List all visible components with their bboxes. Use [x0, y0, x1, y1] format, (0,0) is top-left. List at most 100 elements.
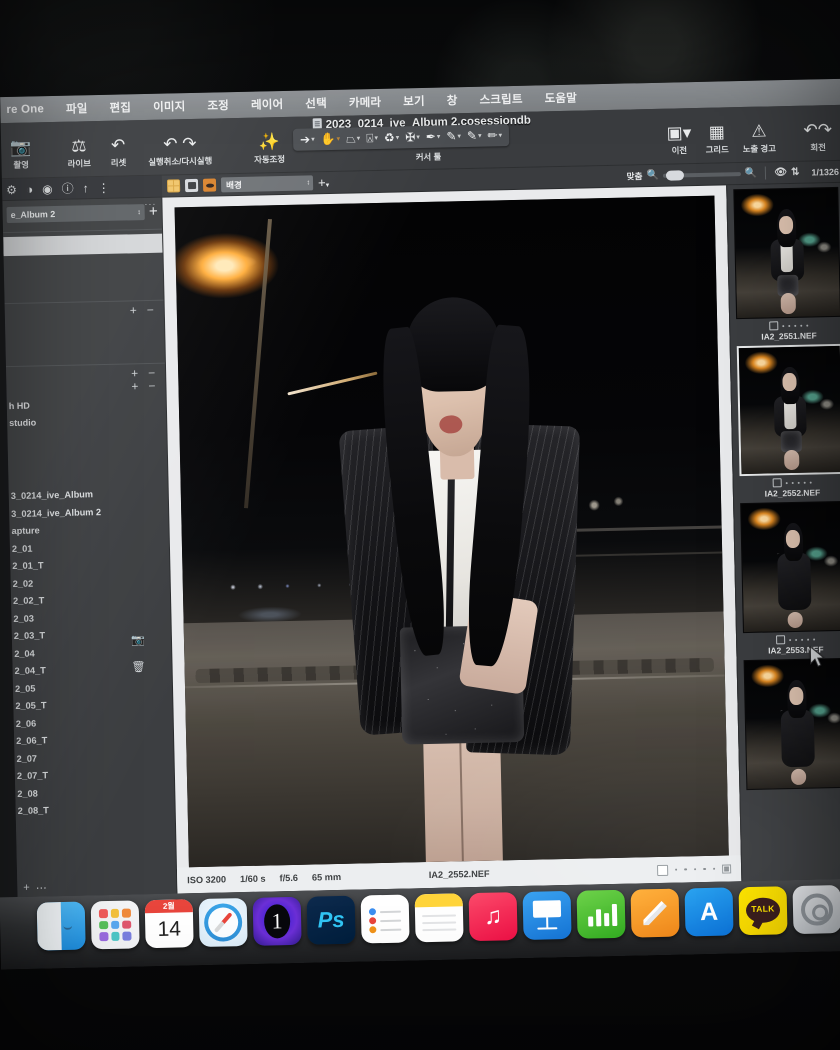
- undo-redo-group[interactable]: ↶ ↷ 실행취소/다시실행: [141, 134, 220, 168]
- capture-button[interactable]: 📷 촬영: [3, 138, 39, 171]
- star-4[interactable]: [803, 481, 806, 484]
- menu-item-adjust[interactable]: 조정: [207, 97, 229, 113]
- zoom-fit-label[interactable]: 맞춤: [626, 170, 643, 182]
- keystone-tool[interactable]: ✠ ▾: [402, 130, 423, 144]
- menu-item-camera[interactable]: 카메라: [349, 94, 382, 111]
- background-select[interactable]: 배경 ↕: [220, 175, 314, 193]
- dust-removal-tool[interactable]: ✎ ▾: [443, 129, 464, 143]
- pointer-tool[interactable]: ➔ ▾: [297, 132, 318, 146]
- star-3[interactable]: [801, 638, 804, 641]
- dock-item-numbers[interactable]: [576, 889, 626, 939]
- exposure-warning-button[interactable]: ⚠ 노출 경고: [735, 121, 783, 155]
- dock-item-safari[interactable]: [198, 897, 248, 948]
- star-1[interactable]: [789, 638, 792, 641]
- add-album-button[interactable]: +: [130, 303, 137, 318]
- menu-item-layer[interactable]: 레이어: [251, 96, 284, 113]
- add-folder-button[interactable]: +: [131, 379, 138, 394]
- sidebar-more-dots[interactable]: ···: [144, 199, 156, 209]
- variant-icon[interactable]: ▦: [722, 863, 732, 874]
- crop-frame-tool[interactable]: ⍓ ▾: [363, 130, 381, 145]
- star-2[interactable]: [684, 868, 687, 871]
- export-icon[interactable]: ↑: [82, 181, 88, 195]
- thumbnail-0[interactable]: IA2_2551.NEF: [733, 186, 840, 342]
- menu-item-view[interactable]: 보기: [403, 93, 425, 109]
- auto-adjust-button[interactable]: ✨ 자동조정: [247, 132, 293, 166]
- star-4[interactable]: [800, 324, 803, 327]
- grid-button[interactable]: ▦ 그리드: [698, 122, 736, 156]
- proof-preview-icon[interactable]: [202, 178, 217, 192]
- thumbnail-image[interactable]: [740, 500, 840, 634]
- menu-item-select[interactable]: 선택: [305, 95, 327, 111]
- color-tag-checkbox[interactable]: [772, 478, 782, 488]
- menu-item-window[interactable]: 창: [447, 92, 458, 108]
- library-row[interactable]: [4, 279, 163, 299]
- star-1[interactable]: [785, 481, 788, 484]
- star-1[interactable]: [674, 868, 678, 871]
- sort-icon[interactable]: ⇅: [791, 167, 800, 178]
- trash-icon[interactable]: 🗑: [131, 660, 145, 673]
- zoom-slider-knob[interactable]: [665, 169, 684, 181]
- menu-item-edit[interactable]: 편집: [109, 99, 131, 115]
- star-4[interactable]: [703, 867, 706, 871]
- main-photo[interactable]: [174, 195, 729, 868]
- camera-icon[interactable]: 📷: [131, 633, 145, 646]
- color-tag-checkbox[interactable]: [769, 321, 779, 331]
- star-1[interactable]: [782, 324, 785, 327]
- rating-controls[interactable]: ▦: [656, 863, 732, 876]
- color-balance-icon[interactable]: ◑: [26, 182, 34, 196]
- clone-icon[interactable]: ◉: [42, 182, 53, 196]
- crop-tool[interactable]: ⏢ ▾: [343, 131, 363, 146]
- thumbnail-image[interactable]: [743, 657, 840, 791]
- dock-item-finder[interactable]: [36, 901, 86, 951]
- more-options-icon[interactable]: ⋮: [97, 180, 109, 194]
- zoom-out-icon[interactable]: 🔍: [646, 170, 659, 181]
- rotate-tool[interactable]: ♻ ▾: [381, 130, 403, 145]
- dock-item-music[interactable]: ♫: [468, 892, 518, 942]
- reset-button[interactable]: ↶ 리셋: [103, 135, 133, 169]
- eye-icon[interactable]: 👁: [774, 167, 787, 178]
- dock-item-system-settings[interactable]: [792, 885, 840, 935]
- dock-item-reminders[interactable]: [360, 894, 410, 944]
- star-3[interactable]: [794, 324, 797, 327]
- single-view-icon[interactable]: [184, 178, 199, 193]
- dock-item-calendar[interactable]: 2월 14: [144, 899, 194, 949]
- draw-mask-tool[interactable]: ✎ ▾: [464, 129, 485, 143]
- erase-mask-tool[interactable]: ✏ ▾: [484, 128, 505, 142]
- multi-view-icon[interactable]: [166, 179, 181, 193]
- plus-icon[interactable]: +: [23, 882, 30, 894]
- star-5[interactable]: [809, 481, 812, 484]
- star-3[interactable]: [693, 867, 697, 871]
- adjustments-icon[interactable]: ⚙: [6, 182, 17, 196]
- compare-before-after-button[interactable]: ▣▾ 이전: [659, 123, 698, 157]
- list-item[interactable]: 2_08_T: [16, 803, 175, 824]
- dock-item-pages[interactable]: [630, 888, 680, 938]
- star-5[interactable]: [806, 324, 809, 327]
- star-5[interactable]: [712, 867, 716, 871]
- remove-album-button[interactable]: −: [147, 303, 154, 318]
- rotate-group[interactable]: ↶↷ 회전: [796, 120, 839, 154]
- thumbnail-image[interactable]: [736, 343, 840, 477]
- dock-item-launchpad[interactable]: [90, 900, 140, 950]
- star-2[interactable]: [791, 481, 794, 484]
- info-icon[interactable]: ⓘ: [61, 180, 73, 197]
- dock-item-app-store[interactable]: A: [684, 887, 734, 937]
- thumbnail-image[interactable]: [733, 186, 840, 320]
- color-tag-checkbox[interactable]: [776, 635, 786, 645]
- zoom-slider[interactable]: [662, 169, 741, 181]
- color-tag-checkbox[interactable]: [656, 864, 668, 876]
- menu-app-name[interactable]: re One: [6, 103, 44, 116]
- star-5[interactable]: [813, 638, 816, 641]
- star-2[interactable]: [795, 638, 798, 641]
- dock-item-capture-one[interactable]: 1: [252, 896, 302, 946]
- star-2[interactable]: [788, 324, 791, 327]
- selected-library-row[interactable]: [3, 233, 163, 257]
- add-view-button[interactable]: +▾: [318, 175, 329, 190]
- pan-hand-tool[interactable]: ✋ ▾: [318, 132, 344, 147]
- menu-item-image[interactable]: 이미지: [153, 98, 186, 115]
- image-browser[interactable]: IA2_2551.NEF IA2_2552.NEF IA2_2553.NEF: [726, 182, 840, 882]
- menu-item-scripts[interactable]: 스크립트: [479, 91, 522, 108]
- star-3[interactable]: [797, 481, 800, 484]
- menu-item-file[interactable]: 파일: [66, 100, 88, 116]
- thumbnail-3[interactable]: [743, 657, 840, 791]
- session-select[interactable]: e_Album 2 ↕: [6, 204, 146, 224]
